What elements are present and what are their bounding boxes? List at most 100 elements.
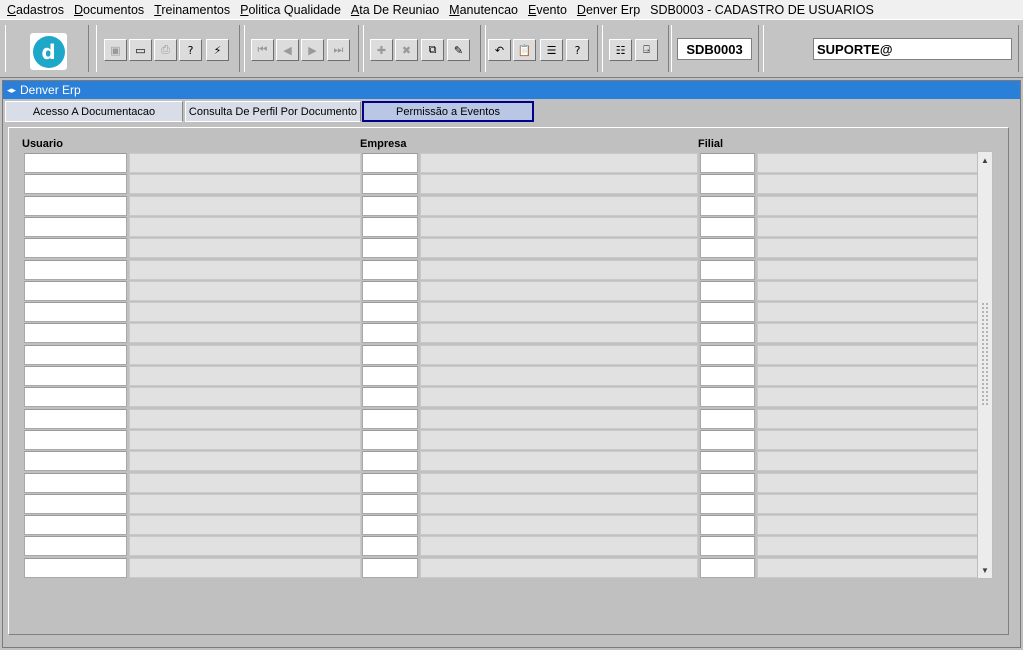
exit-icon[interactable]: ⍈ (635, 39, 658, 61)
empresa-field[interactable] (362, 280, 418, 301)
filial-field[interactable] (700, 429, 755, 450)
filial-field[interactable] (700, 515, 755, 536)
filial-field[interactable] (700, 451, 755, 472)
empresa-field[interactable] (362, 238, 418, 259)
empresa-field[interactable] (362, 195, 418, 216)
usuario-field[interactable] (24, 174, 127, 195)
menu-item-8[interactable]: SDB0003 - CADASTRO DE USUARIOS (650, 3, 874, 17)
filial-field[interactable] (700, 174, 755, 195)
empresa-field[interactable] (362, 366, 418, 386)
usuario-field[interactable] (24, 536, 127, 557)
first-record-icon[interactable]: ⏮ (251, 39, 274, 61)
usuario-field[interactable] (24, 557, 127, 578)
save-icon[interactable]: ▣ (104, 39, 127, 61)
menu-item-0[interactable]: Cadastros (7, 3, 64, 17)
filial-field[interactable] (700, 238, 755, 259)
print-icon[interactable]: ⎙ (154, 39, 177, 61)
menu-icon[interactable]: ☷ (609, 39, 632, 61)
filial-field[interactable] (700, 216, 755, 237)
usuario-field[interactable] (24, 366, 127, 386)
list-icon[interactable]: ☰ (540, 39, 563, 61)
tab-2[interactable]: Permissão a Eventos (362, 101, 534, 122)
filial-field[interactable] (700, 259, 755, 280)
empresa-field[interactable] (362, 323, 418, 344)
usuario-field[interactable] (24, 153, 127, 173)
empresa-field[interactable] (362, 408, 418, 429)
menu-item-6[interactable]: Evento (528, 3, 567, 17)
empresa-field[interactable] (362, 302, 418, 323)
empresa-field[interactable] (362, 493, 418, 514)
empresa-field[interactable] (362, 216, 418, 237)
menu-item-4[interactable]: Ata De Reuniao (351, 3, 439, 17)
usuario-field[interactable] (24, 238, 127, 259)
menu-item-1[interactable]: Documentos (74, 3, 144, 17)
window-icon[interactable]: ▭ (129, 39, 152, 61)
empresa-field[interactable] (362, 153, 418, 173)
edit-icon[interactable]: ✎ (447, 39, 470, 61)
filial-field[interactable] (700, 195, 755, 216)
filial-field[interactable] (700, 387, 755, 408)
empresa-field[interactable] (362, 429, 418, 450)
usuario-field[interactable] (24, 323, 127, 344)
vertical-scrollbar[interactable]: ▲ ▼ (977, 151, 993, 579)
delete-record-icon[interactable]: ✖ (395, 39, 418, 61)
empresa-field[interactable] (362, 515, 418, 536)
usuario-field[interactable] (24, 387, 127, 408)
empresa-field[interactable] (362, 472, 418, 493)
execute-query-icon[interactable]: ⚡ (206, 39, 229, 61)
empresa-field[interactable] (362, 344, 418, 365)
filial-field[interactable] (700, 344, 755, 365)
filial-name-field (757, 557, 979, 578)
usuario-field[interactable] (24, 216, 127, 237)
empresa-field[interactable] (362, 259, 418, 280)
empresa-field[interactable] (362, 387, 418, 408)
usuario-field[interactable] (24, 280, 127, 301)
usuario-name-field (129, 451, 361, 472)
usuario-field[interactable] (24, 259, 127, 280)
empresa-field[interactable] (362, 451, 418, 472)
usuario-name-field (129, 259, 361, 280)
usuario-field[interactable] (24, 195, 127, 216)
scroll-up-icon[interactable]: ▲ (978, 153, 992, 167)
empresa-field[interactable] (362, 536, 418, 557)
filial-field[interactable] (700, 153, 755, 173)
menu-item-5[interactable]: Manutencao (449, 3, 518, 17)
filial-name-field (757, 429, 979, 450)
insert-record-icon[interactable]: ✚ (370, 39, 393, 61)
tab-0[interactable]: Acesso A Documentacao (5, 101, 183, 122)
duplicate-record-icon[interactable]: ⧉ (421, 39, 444, 61)
filial-field[interactable] (700, 302, 755, 323)
tab-1[interactable]: Consulta De Perfil Por Documento (185, 101, 361, 122)
usuario-field[interactable] (24, 493, 127, 514)
empresa-field[interactable] (362, 557, 418, 578)
menu-item-7[interactable]: Denver Erp (577, 3, 640, 17)
query-icon[interactable]: ? (179, 39, 202, 61)
scroll-down-icon[interactable]: ▼ (978, 563, 992, 577)
filial-field[interactable] (700, 323, 755, 344)
usuario-field[interactable] (24, 302, 127, 323)
previous-record-icon[interactable]: ◀ (276, 39, 299, 61)
filial-field[interactable] (700, 536, 755, 557)
filial-field[interactable] (700, 472, 755, 493)
clipboard-icon[interactable]: 📋 (513, 39, 536, 61)
usuario-field[interactable] (24, 408, 127, 429)
next-record-icon[interactable]: ▶ (301, 39, 324, 61)
filial-field[interactable] (700, 408, 755, 429)
filial-field[interactable] (700, 557, 755, 578)
filial-field[interactable] (700, 280, 755, 301)
help-icon[interactable]: ? (566, 39, 589, 61)
filial-name-field (757, 493, 979, 514)
empresa-field[interactable] (362, 174, 418, 195)
last-record-icon[interactable]: ⏭ (327, 39, 350, 61)
filial-field[interactable] (700, 366, 755, 386)
scrollbar-grip[interactable] (981, 302, 989, 406)
usuario-field[interactable] (24, 472, 127, 493)
usuario-field[interactable] (24, 451, 127, 472)
undo-icon[interactable]: ↶ (488, 39, 511, 61)
menu-item-3[interactable]: Politica Qualidade (240, 3, 341, 17)
usuario-field[interactable] (24, 515, 127, 536)
usuario-field[interactable] (24, 344, 127, 365)
filial-field[interactable] (700, 493, 755, 514)
menu-item-2[interactable]: Treinamentos (154, 3, 230, 17)
usuario-field[interactable] (24, 429, 127, 450)
